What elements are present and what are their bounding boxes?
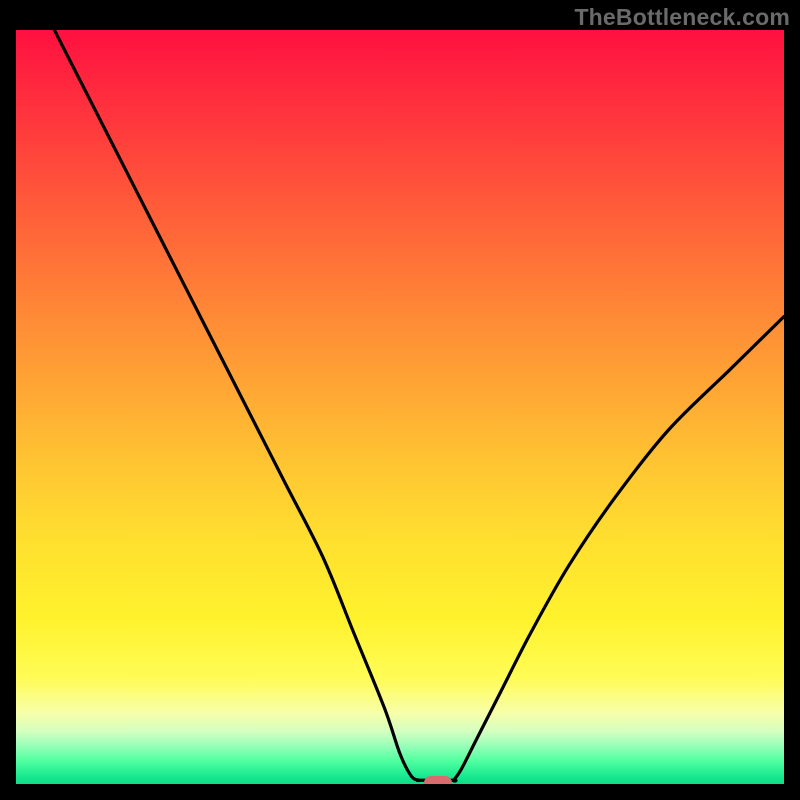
watermark-text: TheBottleneck.com [574, 4, 790, 31]
bottleneck-curve [54, 30, 784, 781]
curve-svg [16, 30, 784, 784]
plot-area [16, 30, 784, 784]
chart-frame: TheBottleneck.com [0, 0, 800, 800]
optimum-marker [424, 776, 452, 784]
